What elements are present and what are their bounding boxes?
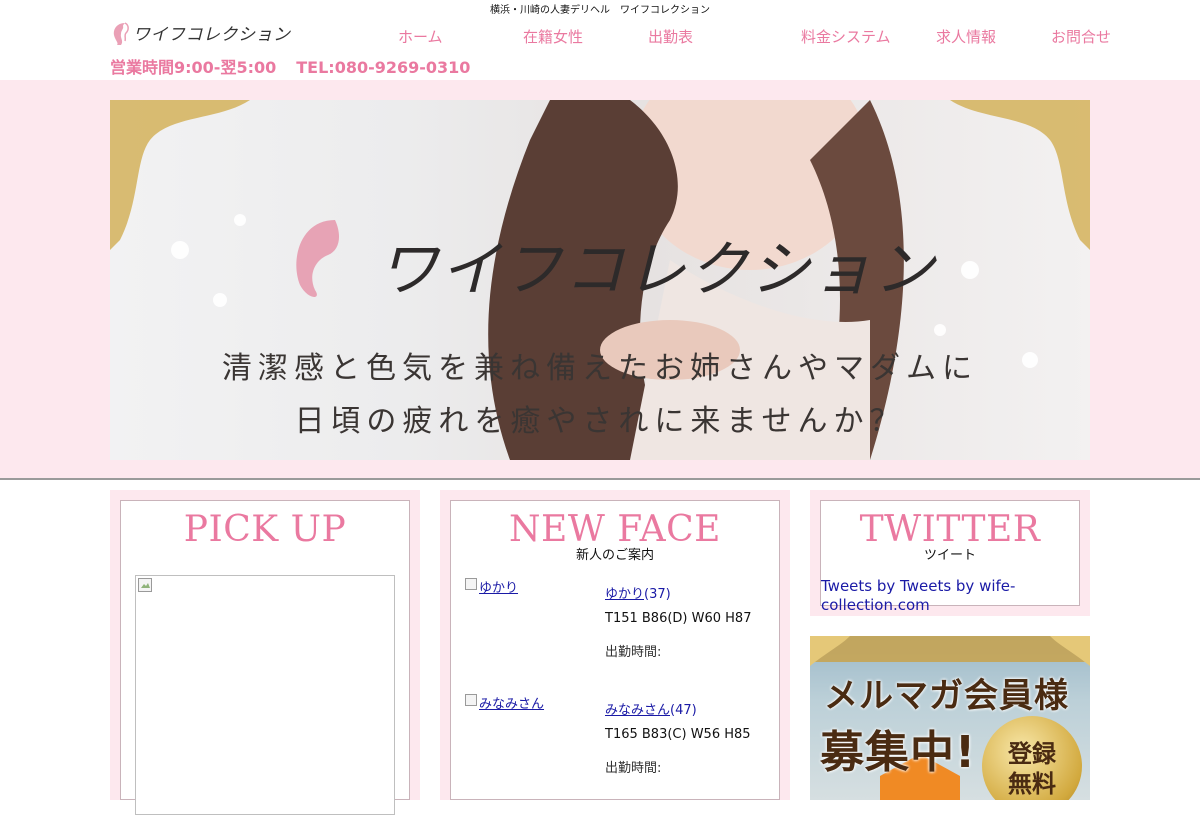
pickup-card: PICK UP — [120, 500, 410, 815]
hero-brand: ワイフコレクション — [378, 235, 936, 305]
site-tagline: 横浜・川崎の人妻デリヘル ワイフコレクション — [490, 5, 710, 16]
newface-subtitle: 新人のご案内 — [575, 548, 654, 563]
newface-name-link[interactable]: ゆかり — [605, 587, 644, 602]
nav-schedule[interactable]: 出勤表 — [648, 26, 693, 47]
phone-number[interactable]: TEL:080-9269-0310 — [296, 58, 470, 77]
pickup-image[interactable] — [135, 575, 395, 815]
newface-thumb[interactable]: ゆかり — [465, 577, 518, 596]
newface-measurements: T165 B83(C) W56 H85 — [605, 727, 751, 742]
hours-and-phone: 営業時間9:00-翌5:00 TEL:080-9269-0310 — [110, 54, 470, 78]
logo-text: ワイフコレクション — [133, 25, 291, 45]
newface-item: みなみさん みなみさん(47) T165 B83(C) W56 H85 出勤時間… — [465, 693, 775, 803]
nav-girls[interactable]: 在籍女性 — [523, 26, 583, 47]
newface-title: NEW FACE — [509, 509, 721, 550]
broken-image-icon — [465, 578, 477, 590]
newface-measurements: T151 B86(D) W60 H87 — [605, 611, 752, 626]
broken-image-icon — [138, 578, 152, 592]
newface-thumb[interactable]: みなみさん — [465, 693, 544, 712]
woman-profile-icon — [113, 21, 129, 45]
hero-copy-line2: 日頃の疲れを癒やされに来ませんか？ — [294, 404, 906, 439]
mailmag-line1: メルマガ会員様 — [824, 676, 1069, 716]
mailmag-line2: 募集中! — [820, 727, 977, 778]
badge-text-free: 無料 — [1008, 770, 1056, 798]
newface-shift-label: 出勤時間: — [605, 761, 662, 776]
newface-name-link[interactable]: みなみさん — [605, 703, 670, 718]
pickup-title: PICK UP — [183, 509, 347, 550]
nav-home[interactable]: ホーム — [398, 26, 443, 47]
nav-recruit[interactable]: 求人情報 — [936, 26, 996, 47]
newface-thumb-alt: ゆかり — [479, 581, 519, 596]
hero-banner[interactable]: ワイフコレクション 清潔感と色気を兼ね備えたお姉さんやマダムに 日頃の疲れを癒や… — [110, 100, 1090, 460]
newface-card: NEW FACE 新人のご案内 ゆかり ゆかり(37) T151 B86(D) … — [450, 500, 780, 800]
nav-contact[interactable]: お問合せ — [1051, 26, 1111, 47]
twitter-timeline-link[interactable]: Tweets by Tweets by wife-collection.com — [821, 577, 1051, 615]
newface-thumb-alt: みなみさん — [479, 697, 545, 712]
business-hours: 営業時間9:00-翌5:00 — [110, 58, 277, 77]
mailmag-banner[interactable]: メルマガ会員様 募集中! 登録 無料 — [810, 636, 1090, 800]
hero-copy-line1: 清潔感と色気を兼ね備えたお姉さんやマダムに — [222, 351, 978, 386]
section-divider — [0, 478, 1200, 480]
twitter-subtitle: ツイート — [923, 548, 976, 563]
newface-shift-label: 出勤時間: — [605, 645, 662, 660]
newface-name[interactable]: みなみさん(47) — [605, 699, 697, 718]
twitter-title: TWITTER — [859, 509, 1041, 550]
newface-name[interactable]: ゆかり(37) — [605, 583, 671, 602]
newface-item: ゆかり ゆかり(37) T151 B86(D) W60 H87 出勤時間: — [465, 577, 775, 687]
nav-price-system[interactable]: 料金システム — [801, 26, 891, 47]
newface-age: (37) — [644, 587, 671, 602]
newface-age: (47) — [670, 703, 697, 718]
site-logo[interactable]: ワイフコレクション — [111, 20, 291, 45]
broken-image-icon — [465, 694, 477, 706]
twitter-card: TWITTER ツイート Tweets by Tweets by wife-co… — [820, 500, 1080, 614]
